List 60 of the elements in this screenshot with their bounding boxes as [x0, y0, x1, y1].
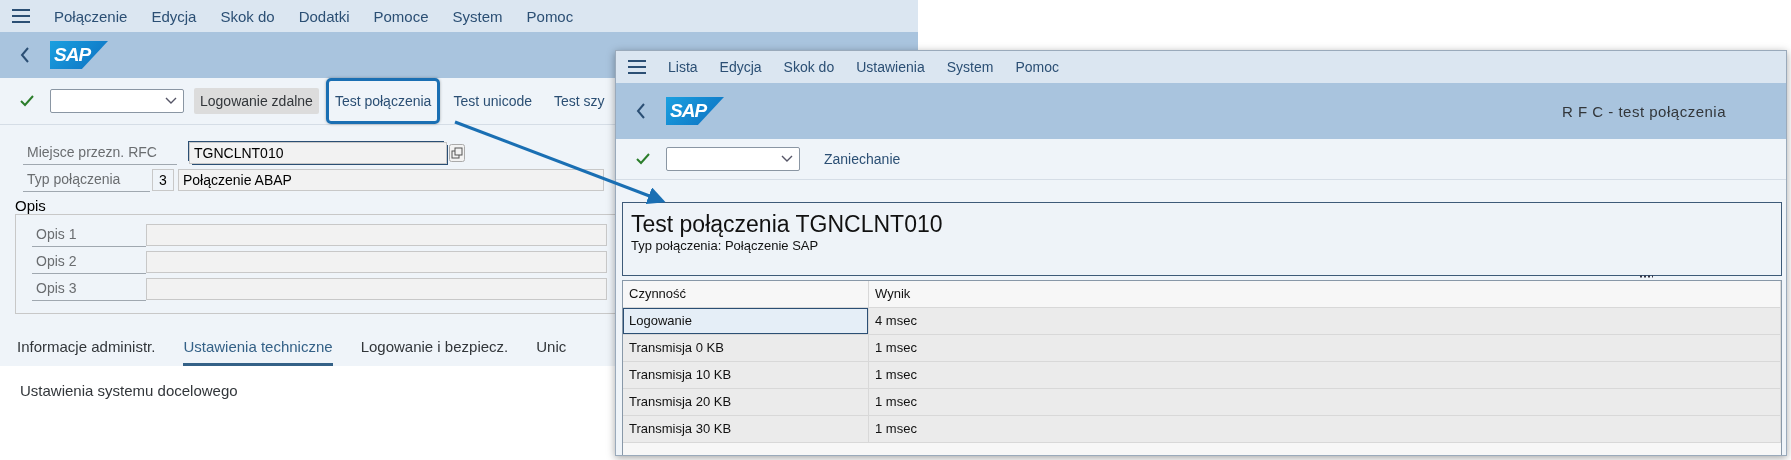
menu-item[interactable]: Pomoc [526, 7, 574, 25]
menu-item[interactable]: Skok do [783, 59, 835, 75]
menu-item[interactable]: System [452, 7, 503, 25]
table-cell: Transmisja 30 KB [623, 416, 869, 442]
table-cell: 1 msec [869, 389, 1781, 415]
tab[interactable]: Unic [536, 338, 567, 366]
input-field[interactable] [146, 251, 607, 273]
tab[interactable]: Logowanie i bezpiecz. [360, 338, 509, 366]
group-title: Opis [15, 197, 47, 214]
toolbar-button[interactable]: Logowanie zdalne [194, 88, 319, 114]
table-cell: Transmisja 20 KB [623, 389, 869, 415]
command-field[interactable] [50, 89, 184, 113]
window-title: R F C - test połączenia [1561, 102, 1726, 120]
menu-item[interactable]: Pomoc [1015, 59, 1059, 75]
table-cell: 4 msec [869, 308, 1781, 334]
toolbar-button[interactable]: Test unicode [447, 88, 538, 114]
menu-item[interactable]: Połączenie [54, 7, 128, 25]
column-header[interactable]: Wynik [869, 281, 1781, 307]
table-cell: 1 msec [869, 416, 1781, 442]
checkmark-icon[interactable] [20, 95, 34, 107]
value-help-icon[interactable] [449, 144, 465, 162]
table-cell: 1 msec [869, 335, 1781, 361]
menu-item[interactable]: Ustawienia [856, 59, 925, 75]
command-field[interactable] [666, 147, 800, 171]
table-cell: Transmisja 0 KB [623, 335, 869, 361]
input-field[interactable] [146, 224, 607, 246]
toolbar-button[interactable]: Zaniechanie [818, 146, 907, 172]
menu-icon[interactable] [628, 60, 646, 74]
column-header[interactable]: Czynność [623, 281, 869, 307]
menu-item[interactable]: Pomoce [373, 7, 429, 25]
checkmark-icon[interactable] [636, 153, 650, 165]
menu-item[interactable]: Skok do [220, 7, 275, 25]
report-title: Test połączenia TGNCLNT010 [631, 211, 944, 238]
toolbar-button[interactable]: Test szy [548, 88, 611, 114]
menu-item[interactable]: Lista [668, 59, 698, 75]
menu-icon[interactable] [12, 9, 30, 23]
section-heading: Ustawienia systemu docelowego [20, 382, 238, 399]
field-label: Typ połączenia [23, 168, 150, 192]
menu-item[interactable]: Edycja [151, 7, 197, 25]
sap-logo: SAP [666, 97, 724, 125]
menu-item[interactable]: System [946, 59, 994, 75]
input-field[interactable] [146, 278, 607, 300]
input-field[interactable]: Połączenie ABAP [178, 169, 604, 191]
input-field[interactable]: TGNCLNT010 [189, 142, 447, 164]
dropdown-icon[interactable] [781, 155, 793, 163]
tab[interactable]: Informacje administr. [17, 338, 156, 366]
table-cell: Logowanie [623, 308, 869, 334]
menu-item[interactable]: Edycja [719, 59, 762, 75]
input-field[interactable]: 3 [152, 169, 174, 191]
back-icon[interactable] [636, 103, 646, 119]
sap-logo: SAP [50, 41, 108, 69]
table-cell: Transmisja 10 KB [623, 362, 869, 388]
menu-item[interactable]: Dodatki [298, 7, 350, 25]
dropdown-icon[interactable] [165, 97, 177, 105]
resize-handle-icon[interactable] [1639, 275, 1653, 278]
report-subtitle: Typ połączenia: Połączenie SAP [631, 238, 820, 253]
table-cell: 1 msec [869, 362, 1781, 388]
toolbar-button[interactable]: Test połączenia [325, 78, 441, 124]
back-icon[interactable] [20, 47, 30, 63]
field-label: Miejsce przezn. RFC [23, 141, 177, 165]
